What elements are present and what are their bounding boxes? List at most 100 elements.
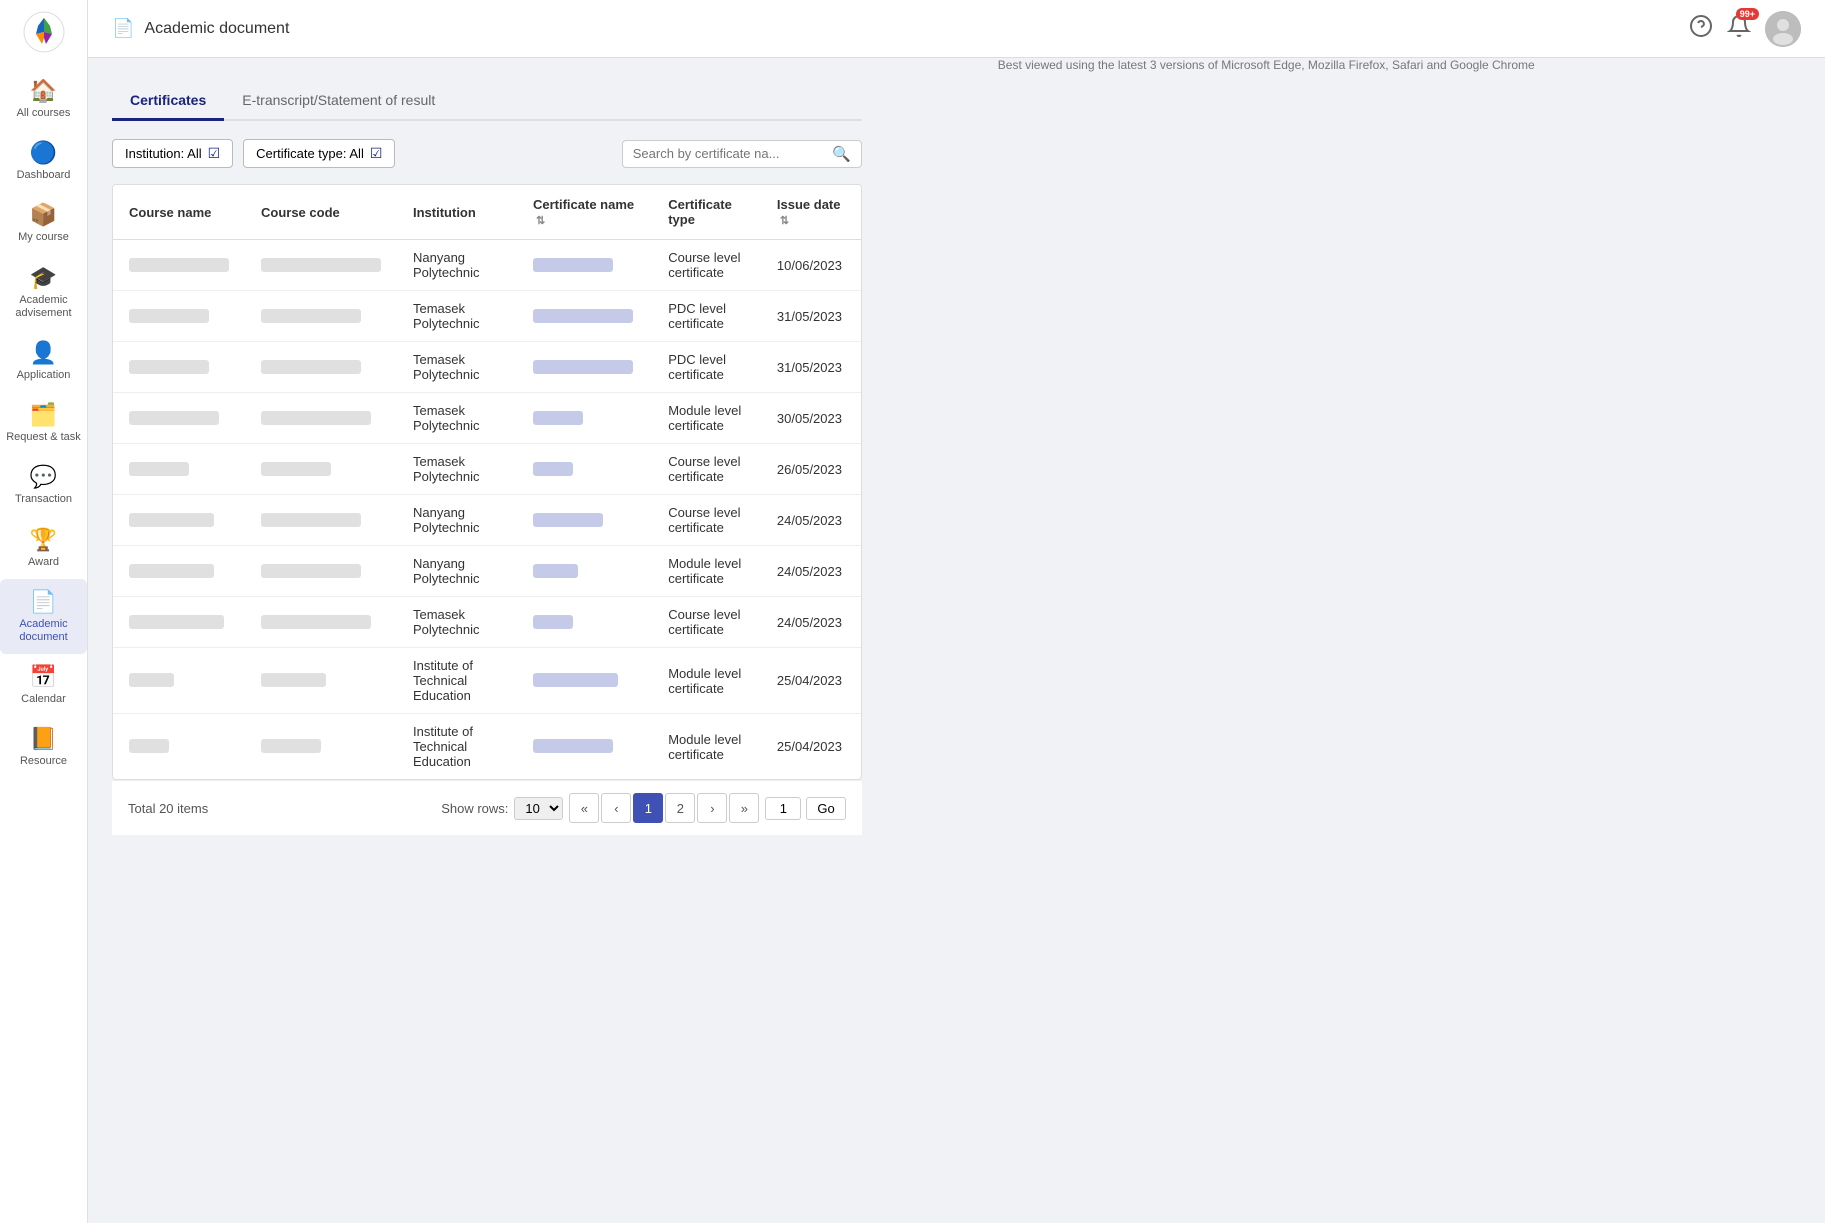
cell-institution-9: Institute of Technical Education [397, 714, 517, 780]
tabs: Certificates E-transcript/Statement of r… [112, 82, 862, 121]
cell-cert-name-0 [517, 240, 652, 291]
cell-institution-6: Nanyang Polytechnic [397, 546, 517, 597]
user-avatar[interactable] [1765, 11, 1801, 47]
sidebar-item-calendar[interactable]: 📅 Calendar [0, 654, 87, 716]
cell-issue-date-1: 31/05/2023 [761, 291, 861, 342]
cell-institution-1: Temasek Polytechnic [397, 291, 517, 342]
cert-name-sort-icon: ⇅ [536, 215, 545, 227]
app-logo[interactable] [22, 10, 66, 54]
cell-issue-date-8: 25/04/2023 [761, 648, 861, 714]
institution-filter[interactable]: Institution: All ☑ [112, 139, 233, 168]
cell-cert-type-0: Course level certificate [652, 240, 761, 291]
cell-course-code-3 [245, 393, 397, 444]
col-certificate-name[interactable]: Certificate name ⇅ [517, 185, 652, 240]
cell-cert-name-3 [517, 393, 652, 444]
cell-course-code-6 [245, 546, 397, 597]
cell-institution-2: Temasek Polytechnic [397, 342, 517, 393]
sidebar-label-dashboard: Dashboard [17, 169, 71, 182]
cell-issue-date-2: 31/05/2023 [761, 342, 861, 393]
sidebar-item-resource[interactable]: 📙 Resource [0, 716, 87, 778]
help-button[interactable] [1689, 14, 1713, 44]
search-box: 🔍 [622, 140, 862, 168]
sidebar-label-request-task: Request & task [6, 431, 81, 444]
sidebar-icon-all-courses: 🏠 [30, 78, 57, 104]
page-goto: Go [765, 797, 845, 820]
cell-cert-name-8 [517, 648, 652, 714]
cell-cert-type-3: Module level certificate [652, 393, 761, 444]
institution-filter-icon: ☑ [208, 145, 221, 162]
doc-icon: 📄 [112, 18, 134, 39]
certificates-table-container: Course name Course code Institution Cert… [112, 184, 862, 780]
sidebar-item-my-course[interactable]: 📦 My course [0, 192, 87, 254]
cell-course-name-6 [113, 546, 245, 597]
cell-cert-type-4: Course level certificate [652, 444, 761, 495]
sidebar-item-academic-advisement[interactable]: 🎓 Academic advisement [0, 255, 87, 330]
cell-cert-name-9 [517, 714, 652, 780]
rows-per-page-select[interactable]: 10 20 50 [514, 797, 563, 820]
cell-course-code-9 [245, 714, 397, 780]
sidebar-icon-calendar: 📅 [30, 664, 57, 690]
filters-bar: Institution: All ☑ Certificate type: All… [112, 139, 862, 168]
cell-institution-8: Institute of Technical Education [397, 648, 517, 714]
col-course-name: Course name [113, 185, 245, 240]
topbar-right: 99+ [1689, 11, 1801, 47]
sidebar-icon-transaction: 💬 [30, 464, 57, 490]
cell-course-name-4 [113, 444, 245, 495]
sidebar-item-all-courses[interactable]: 🏠 All courses [0, 68, 87, 130]
sidebar-item-request-task[interactable]: 🗂️ Request & task [0, 392, 87, 454]
cell-course-code-5 [245, 495, 397, 546]
col-certificate-type: Certificate type [652, 185, 761, 240]
col-institution: Institution [397, 185, 517, 240]
tab-etranscript[interactable]: E-transcript/Statement of result [224, 82, 453, 121]
search-input[interactable] [633, 146, 832, 161]
browser-note: Best viewed using the latest 3 versions … [998, 58, 1535, 72]
page-nav: « ‹ 1 2 › » [569, 793, 759, 823]
tab-certificates[interactable]: Certificates [112, 82, 224, 121]
cell-issue-date-3: 30/05/2023 [761, 393, 861, 444]
certificate-type-filter[interactable]: Certificate type: All ☑ [243, 139, 395, 168]
sidebar-item-dashboard[interactable]: 🔵 Dashboard [0, 130, 87, 192]
table-row: Nanyang Polytechnic Module level certifi… [113, 546, 861, 597]
cell-course-name-7 [113, 597, 245, 648]
sidebar-label-all-courses: All courses [17, 107, 71, 120]
page-1-button[interactable]: 1 [633, 793, 663, 823]
last-page-button[interactable]: » [729, 793, 759, 823]
cell-cert-type-5: Course level certificate [652, 495, 761, 546]
cell-course-name-9 [113, 714, 245, 780]
next-page-button[interactable]: › [697, 793, 727, 823]
page-2-button[interactable]: 2 [665, 793, 695, 823]
cell-course-name-3 [113, 393, 245, 444]
cell-institution-0: Nanyang Polytechnic [397, 240, 517, 291]
cell-cert-name-6 [517, 546, 652, 597]
cell-course-name-2 [113, 342, 245, 393]
first-page-button[interactable]: « [569, 793, 599, 823]
sidebar-item-application[interactable]: 👤 Application [0, 330, 87, 392]
issue-date-sort-icon: ⇅ [780, 215, 789, 227]
cell-course-code-7 [245, 597, 397, 648]
notification-button[interactable]: 99+ [1727, 14, 1751, 44]
table-row: Temasek Polytechnic Course level certifi… [113, 444, 861, 495]
notification-badge: 99+ [1736, 8, 1759, 20]
cell-cert-type-2: PDC level certificate [652, 342, 761, 393]
search-icon: 🔍 [832, 145, 851, 163]
sidebar-icon-award: 🏆 [30, 527, 57, 553]
cell-course-name-0 [113, 240, 245, 291]
certificates-table: Course name Course code Institution Cert… [113, 185, 861, 779]
sidebar-label-transaction: Transaction [15, 493, 72, 506]
goto-page-button[interactable]: Go [806, 797, 845, 820]
table-row: Nanyang Polytechnic Course level certifi… [113, 240, 861, 291]
sidebar-icon-request-task: 🗂️ [30, 402, 57, 428]
col-issue-date[interactable]: Issue date ⇅ [761, 185, 861, 240]
cert-type-filter-icon: ☑ [370, 145, 383, 162]
goto-page-input[interactable] [765, 797, 801, 820]
sidebar-item-award[interactable]: 🏆 Award [0, 517, 87, 579]
sidebar-item-academic-document[interactable]: 📄 Academic document [0, 579, 87, 654]
prev-page-button[interactable]: ‹ [601, 793, 631, 823]
cell-cert-type-7: Course level certificate [652, 597, 761, 648]
sidebar-item-transaction[interactable]: 💬 Transaction [0, 454, 87, 516]
sidebar-icon-dashboard: 🔵 [30, 140, 57, 166]
table-row: Temasek Polytechnic PDC level certificat… [113, 342, 861, 393]
table-row: Temasek Polytechnic Course level certifi… [113, 597, 861, 648]
topbar: 📄 Academic document 99+ [88, 0, 1825, 58]
table-row: Temasek Polytechnic PDC level certificat… [113, 291, 861, 342]
